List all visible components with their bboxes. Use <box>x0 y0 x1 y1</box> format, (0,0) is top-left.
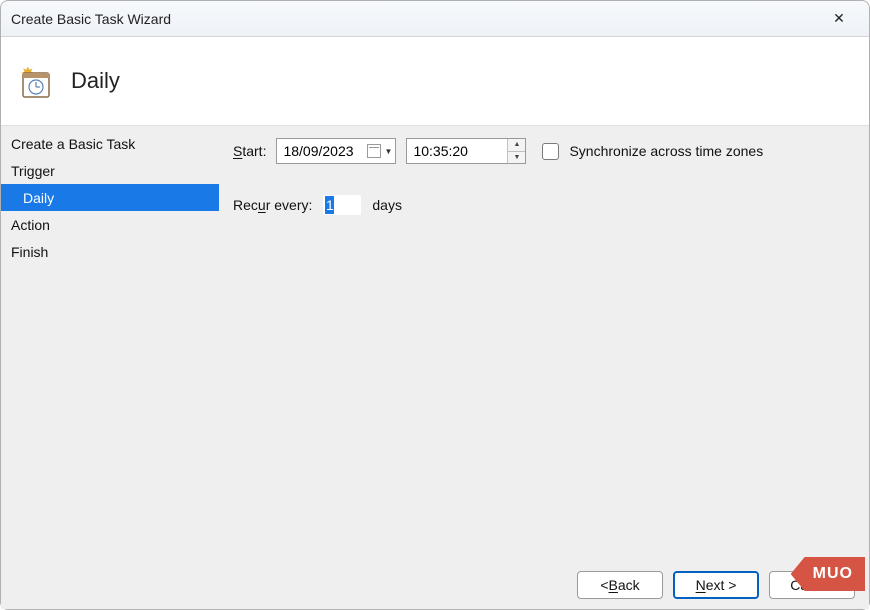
time-spinner: ▲ ▼ <box>507 139 525 163</box>
recur-label: Recur every: <box>233 197 312 213</box>
sidebar-item-finish[interactable]: Finish <box>1 238 219 265</box>
wizard-window: Create Basic Task Wizard ✕ Daily Create … <box>0 0 870 610</box>
scheduler-icon <box>17 63 53 99</box>
time-value: 10:35:20 <box>407 139 507 163</box>
close-button[interactable]: ✕ <box>819 5 859 33</box>
content: Start: 18/09/2023 ▼ 10:35:20 ▲ ▼ Synchro… <box>219 126 869 609</box>
page-title: Daily <box>71 68 120 94</box>
recur-every-input[interactable]: 1 <box>322 194 362 216</box>
wizard-steps-sidebar: Create a Basic Task Trigger Daily Action… <box>1 126 219 609</box>
titlebar: Create Basic Task Wizard ✕ <box>1 1 869 37</box>
start-label: Start: <box>233 143 266 159</box>
recur-unit-label: days <box>372 197 402 213</box>
sidebar-item-action[interactable]: Action <box>1 211 219 238</box>
muo-watermark: MUO <box>791 557 865 591</box>
header: Daily <box>1 37 869 125</box>
sync-timezones-label: Synchronize across time zones <box>569 143 763 159</box>
sidebar-item-daily[interactable]: Daily <box>1 184 219 211</box>
back-button[interactable]: < Back <box>577 571 663 599</box>
sync-timezones-checkbox[interactable] <box>542 143 559 160</box>
recur-value: 1 <box>325 196 334 214</box>
spinner-up-icon[interactable]: ▲ <box>508 139 525 151</box>
date-value: 18/09/2023 <box>283 143 367 159</box>
start-time-input[interactable]: 10:35:20 ▲ ▼ <box>406 138 526 164</box>
body: Create a Basic Task Trigger Daily Action… <box>1 125 869 609</box>
start-row: Start: 18/09/2023 ▼ 10:35:20 ▲ ▼ Synchro… <box>233 138 855 164</box>
spinner-down-icon[interactable]: ▼ <box>508 151 525 164</box>
sidebar-item-trigger[interactable]: Trigger <box>1 157 219 184</box>
window-title: Create Basic Task Wizard <box>11 11 819 27</box>
calendar-icon <box>367 144 381 158</box>
sidebar-item-create[interactable]: Create a Basic Task <box>1 130 219 157</box>
date-dropdown-icon[interactable]: ▼ <box>383 147 393 156</box>
start-date-input[interactable]: 18/09/2023 ▼ <box>276 138 396 164</box>
next-button[interactable]: Next > <box>673 571 759 599</box>
close-icon: ✕ <box>833 10 845 27</box>
recur-row: Recur every: 1 days <box>233 194 855 216</box>
